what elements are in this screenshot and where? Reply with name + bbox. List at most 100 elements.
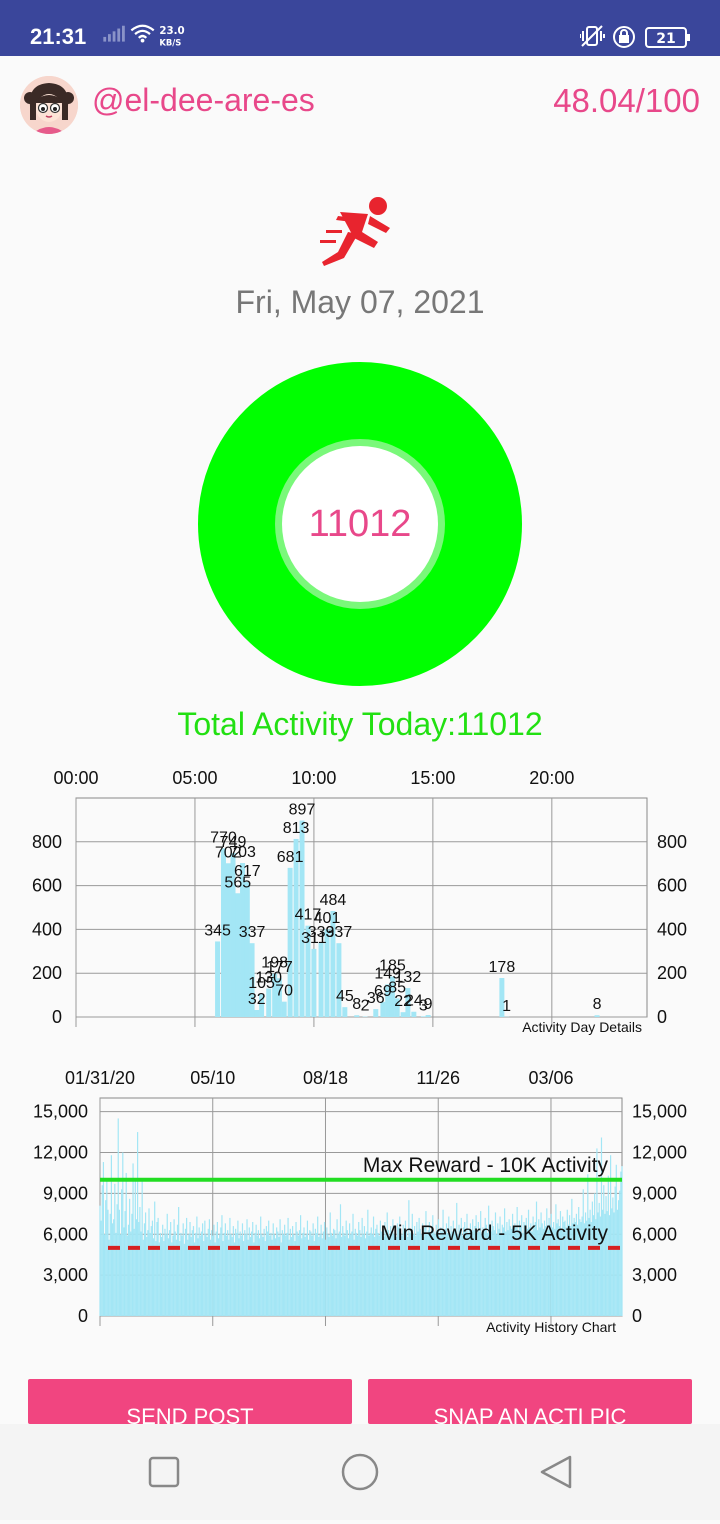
history-bar [308,1240,309,1316]
history-bar [99,1206,100,1316]
history-bar [305,1237,306,1316]
history-bar [289,1240,290,1316]
history-bar [501,1233,502,1316]
snap-pic-button[interactable]: SNAP AN ACTI PIC [368,1379,692,1424]
history-bar [275,1238,276,1316]
history-bar [215,1242,216,1316]
day-bar [401,1012,406,1017]
history-bar [587,1174,588,1316]
day-y-tick-left: 200 [32,963,62,983]
day-bar-label: 177 [266,959,293,976]
history-y-tick-right: 0 [632,1306,642,1326]
day-bar [336,943,341,1017]
history-bar [279,1219,280,1316]
history-bar [330,1212,331,1316]
history-bar [197,1238,198,1316]
history-bar [303,1227,304,1316]
history-bar [152,1221,153,1316]
history-bar [122,1153,123,1317]
history-bar [456,1203,457,1316]
day-bar-label: 681 [277,849,304,866]
day-bar [311,949,316,1017]
history-bar [216,1232,217,1316]
history-bar [205,1234,206,1316]
history-x-tick: 11/26 [416,1068,460,1088]
triangle-back-icon[interactable] [542,1457,570,1487]
history-bar [240,1232,241,1316]
day-y-tick-right: 0 [657,1007,667,1027]
history-y-tick-left: 3,000 [43,1265,88,1285]
history-y-tick-right: 15,000 [632,1102,687,1122]
history-bar [377,1233,378,1316]
history-bar [343,1233,344,1316]
history-bar [112,1223,113,1316]
avatar[interactable] [20,76,78,134]
history-bar [316,1233,317,1316]
history-bar [603,1185,604,1316]
profile-header: @el-dee-are-es 48.04/100 [0,56,720,156]
history-bar [608,1176,609,1316]
history-bar [193,1226,194,1316]
history-bar [339,1232,340,1316]
history-bar [236,1233,237,1316]
day-bar-label: 813 [283,820,310,837]
history-y-tick-right: 9,000 [632,1183,677,1203]
history-bar [101,1221,102,1316]
status-time: 21:31 [30,24,86,50]
history-bar [166,1234,167,1316]
day-bar-label: 337 [239,924,266,941]
day-y-tick-left: 400 [32,919,62,939]
status-right-icons: 21 [580,22,694,52]
battery-level: 21 [656,31,675,47]
history-bar [621,1166,622,1316]
history-activity-chart-svg: Max Reward - 10K ActivityMin Reward - 5K… [0,1060,720,1360]
history-bar [371,1227,372,1316]
day-x-tick: 15:00 [410,768,455,788]
history-bar [208,1229,209,1316]
history-bar [123,1227,124,1316]
history-bar [211,1230,212,1316]
history-bar [301,1238,302,1316]
day-y-tick-right: 200 [657,963,687,983]
day-bar [595,1015,600,1017]
navigation-bar [0,1424,720,1520]
history-bar [447,1233,448,1316]
history-y-tick-right: 6,000 [632,1224,677,1244]
history-bar [265,1241,266,1316]
history-bar [359,1230,360,1316]
max-reward-label: Max Reward - 10K Activity [363,1154,609,1177]
history-bar [373,1217,374,1316]
wifi-icon [131,26,153,38]
day-bar [282,1002,287,1017]
activity-ring-value: 11012 [198,362,522,686]
history-bar [226,1236,227,1316]
history-bar [168,1238,169,1316]
send-post-button[interactable]: SEND POST [28,1379,352,1424]
history-bar [283,1234,284,1316]
day-bar [421,1016,426,1017]
history-bar [321,1225,322,1316]
history-bar [129,1199,130,1316]
history-bar [334,1230,335,1316]
history-bar [158,1218,159,1316]
square-icon[interactable] [150,1458,178,1486]
history-bar [619,1191,620,1316]
signal-wifi-icons: 23.0 KB/S [100,22,200,50]
history-bar [228,1240,229,1316]
history-bar [195,1233,196,1316]
history-bar [292,1226,293,1316]
battery-icon: 21 [646,28,690,47]
history-bar [162,1225,163,1316]
history-bar [203,1241,204,1316]
history-bar [616,1165,617,1316]
history-bar [346,1221,347,1316]
history-bar [238,1238,239,1316]
history-bar [119,1210,120,1316]
history-y-tick-left: 6,000 [43,1224,88,1244]
history-bar [260,1217,261,1316]
day-y-tick-right: 800 [657,832,687,852]
circle-icon[interactable] [343,1455,377,1489]
username[interactable]: @el-dee-are-es [92,82,315,119]
history-bar [487,1233,488,1316]
history-bar [261,1234,262,1316]
